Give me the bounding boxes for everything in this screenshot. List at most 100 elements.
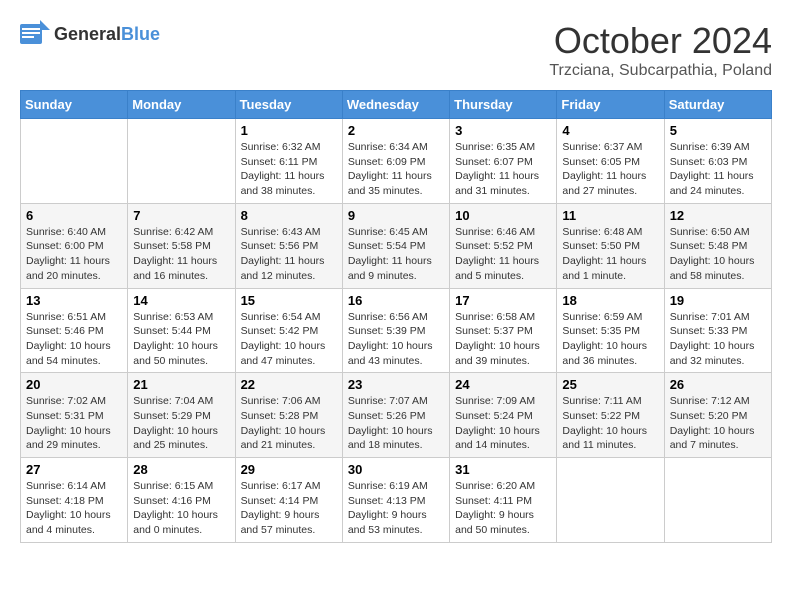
day-info: Sunrise: 6:32 AM Sunset: 6:11 PM Dayligh… — [241, 140, 337, 199]
calendar-cell: 22 Sunrise: 7:06 AM Sunset: 5:28 PM Dayli… — [235, 373, 342, 458]
day-number: 20 — [26, 377, 122, 392]
calendar-cell: 13 Sunrise: 6:51 AM Sunset: 5:46 PM Dayli… — [21, 288, 128, 373]
day-number: 8 — [241, 208, 337, 223]
day-number: 29 — [241, 462, 337, 477]
day-info: Sunrise: 6:42 AM Sunset: 5:58 PM Dayligh… — [133, 225, 229, 284]
logo-icon — [20, 20, 50, 48]
day-info: Sunrise: 7:12 AM Sunset: 5:20 PM Dayligh… — [670, 394, 766, 453]
calendar-cell: 5 Sunrise: 6:39 AM Sunset: 6:03 PM Daylig… — [664, 119, 771, 204]
calendar-header-row: SundayMondayTuesdayWednesdayThursdayFrid… — [21, 91, 772, 119]
day-info: Sunrise: 6:58 AM Sunset: 5:37 PM Dayligh… — [455, 310, 551, 369]
day-info: Sunrise: 7:09 AM Sunset: 5:24 PM Dayligh… — [455, 394, 551, 453]
day-number: 4 — [562, 123, 658, 138]
calendar-cell: 30 Sunrise: 6:19 AM Sunset: 4:13 PM Dayli… — [342, 458, 449, 543]
day-info: Sunrise: 7:07 AM Sunset: 5:26 PM Dayligh… — [348, 394, 444, 453]
day-info: Sunrise: 6:40 AM Sunset: 6:00 PM Dayligh… — [26, 225, 122, 284]
day-number: 17 — [455, 293, 551, 308]
calendar-week-row: 6 Sunrise: 6:40 AM Sunset: 6:00 PM Daylig… — [21, 203, 772, 288]
calendar-table: SundayMondayTuesdayWednesdayThursdayFrid… — [20, 90, 772, 543]
day-info: Sunrise: 6:35 AM Sunset: 6:07 PM Dayligh… — [455, 140, 551, 199]
day-info: Sunrise: 6:19 AM Sunset: 4:13 PM Dayligh… — [348, 479, 444, 538]
day-info: Sunrise: 6:54 AM Sunset: 5:42 PM Dayligh… — [241, 310, 337, 369]
day-info: Sunrise: 6:17 AM Sunset: 4:14 PM Dayligh… — [241, 479, 337, 538]
calendar-week-row: 27 Sunrise: 6:14 AM Sunset: 4:18 PM Dayli… — [21, 458, 772, 543]
day-number: 31 — [455, 462, 551, 477]
day-info: Sunrise: 7:04 AM Sunset: 5:29 PM Dayligh… — [133, 394, 229, 453]
day-number: 30 — [348, 462, 444, 477]
calendar-cell: 10Sunrise: 6:46 AM Sunset: 5:52 PM Dayli… — [450, 203, 557, 288]
calendar-cell: 21 Sunrise: 7:04 AM Sunset: 5:29 PM Dayli… — [128, 373, 235, 458]
day-info: Sunrise: 6:56 AM Sunset: 5:39 PM Dayligh… — [348, 310, 444, 369]
weekday-header: Monday — [128, 91, 235, 119]
day-number: 2 — [348, 123, 444, 138]
day-number: 5 — [670, 123, 766, 138]
calendar-cell — [21, 119, 128, 204]
calendar-week-row: 1 Sunrise: 6:32 AM Sunset: 6:11 PM Daylig… — [21, 119, 772, 204]
title-section: October 2024 Trzciana, Subcarpathia, Pol… — [549, 20, 772, 80]
calendar-cell: 8 Sunrise: 6:43 AM Sunset: 5:56 PM Daylig… — [235, 203, 342, 288]
day-number: 25 — [562, 377, 658, 392]
calendar-cell: 23 Sunrise: 7:07 AM Sunset: 5:26 PM Dayli… — [342, 373, 449, 458]
day-number: 6 — [26, 208, 122, 223]
day-info: Sunrise: 6:46 AM Sunset: 5:52 PM Dayligh… — [455, 225, 551, 284]
calendar-cell: 1 Sunrise: 6:32 AM Sunset: 6:11 PM Daylig… — [235, 119, 342, 204]
day-info: Sunrise: 6:43 AM Sunset: 5:56 PM Dayligh… — [241, 225, 337, 284]
day-number: 28 — [133, 462, 229, 477]
day-number: 13 — [26, 293, 122, 308]
day-info: Sunrise: 6:14 AM Sunset: 4:18 PM Dayligh… — [26, 479, 122, 538]
calendar-cell: 14Sunrise: 6:53 AM Sunset: 5:44 PM Dayli… — [128, 288, 235, 373]
day-info: Sunrise: 7:01 AM Sunset: 5:33 PM Dayligh… — [670, 310, 766, 369]
day-info: Sunrise: 6:59 AM Sunset: 5:35 PM Dayligh… — [562, 310, 658, 369]
location-title: Trzciana, Subcarpathia, Poland — [549, 62, 772, 80]
day-number: 3 — [455, 123, 551, 138]
calendar-cell: 16 Sunrise: 6:56 AM Sunset: 5:39 PM Dayli… — [342, 288, 449, 373]
day-info: Sunrise: 6:50 AM Sunset: 5:48 PM Dayligh… — [670, 225, 766, 284]
day-info: Sunrise: 7:02 AM Sunset: 5:31 PM Dayligh… — [26, 394, 122, 453]
calendar-cell: 11Sunrise: 6:48 AM Sunset: 5:50 PM Dayli… — [557, 203, 664, 288]
day-number: 19 — [670, 293, 766, 308]
day-info: Sunrise: 6:15 AM Sunset: 4:16 PM Dayligh… — [133, 479, 229, 538]
calendar-cell: 24 Sunrise: 7:09 AM Sunset: 5:24 PM Dayli… — [450, 373, 557, 458]
day-number: 23 — [348, 377, 444, 392]
day-info: Sunrise: 7:06 AM Sunset: 5:28 PM Dayligh… — [241, 394, 337, 453]
day-number: 22 — [241, 377, 337, 392]
day-number: 18 — [562, 293, 658, 308]
day-number: 7 — [133, 208, 229, 223]
calendar-cell: 15Sunrise: 6:54 AM Sunset: 5:42 PM Dayli… — [235, 288, 342, 373]
calendar-cell: 29 Sunrise: 6:17 AM Sunset: 4:14 PM Dayli… — [235, 458, 342, 543]
day-number: 16 — [348, 293, 444, 308]
month-title: October 2024 — [549, 20, 772, 62]
day-info: Sunrise: 6:39 AM Sunset: 6:03 PM Dayligh… — [670, 140, 766, 199]
calendar-week-row: 20 Sunrise: 7:02 AM Sunset: 5:31 PM Dayli… — [21, 373, 772, 458]
day-number: 12 — [670, 208, 766, 223]
day-info: Sunrise: 6:51 AM Sunset: 5:46 PM Dayligh… — [26, 310, 122, 369]
logo-blue-text: Blue — [121, 24, 160, 44]
calendar-cell: 27 Sunrise: 6:14 AM Sunset: 4:18 PM Dayli… — [21, 458, 128, 543]
day-info: Sunrise: 6:53 AM Sunset: 5:44 PM Dayligh… — [133, 310, 229, 369]
calendar-cell: 20 Sunrise: 7:02 AM Sunset: 5:31 PM Dayli… — [21, 373, 128, 458]
calendar-cell: 3 Sunrise: 6:35 AM Sunset: 6:07 PM Daylig… — [450, 119, 557, 204]
day-number: 9 — [348, 208, 444, 223]
weekday-header: Saturday — [664, 91, 771, 119]
logo-general-text: General — [54, 24, 121, 44]
day-info: Sunrise: 7:11 AM Sunset: 5:22 PM Dayligh… — [562, 394, 658, 453]
day-number: 1 — [241, 123, 337, 138]
calendar-cell: 2 Sunrise: 6:34 AM Sunset: 6:09 PM Daylig… — [342, 119, 449, 204]
day-number: 26 — [670, 377, 766, 392]
calendar-cell: 18 Sunrise: 6:59 AM Sunset: 5:35 PM Dayli… — [557, 288, 664, 373]
calendar-cell: 4Sunrise: 6:37 AM Sunset: 6:05 PM Daylig… — [557, 119, 664, 204]
weekday-header: Friday — [557, 91, 664, 119]
calendar-cell — [128, 119, 235, 204]
day-number: 24 — [455, 377, 551, 392]
day-number: 27 — [26, 462, 122, 477]
weekday-header: Sunday — [21, 91, 128, 119]
weekday-header: Thursday — [450, 91, 557, 119]
page-header: GeneralBlue October 2024 Trzciana, Subca… — [20, 20, 772, 80]
weekday-header: Wednesday — [342, 91, 449, 119]
calendar-cell: 17 Sunrise: 6:58 AM Sunset: 5:37 PM Dayli… — [450, 288, 557, 373]
day-info: Sunrise: 6:34 AM Sunset: 6:09 PM Dayligh… — [348, 140, 444, 199]
calendar-cell: 31Sunrise: 6:20 AM Sunset: 4:11 PM Dayli… — [450, 458, 557, 543]
day-info: Sunrise: 6:45 AM Sunset: 5:54 PM Dayligh… — [348, 225, 444, 284]
calendar-cell: 25 Sunrise: 7:11 AM Sunset: 5:22 PM Dayli… — [557, 373, 664, 458]
day-number: 21 — [133, 377, 229, 392]
